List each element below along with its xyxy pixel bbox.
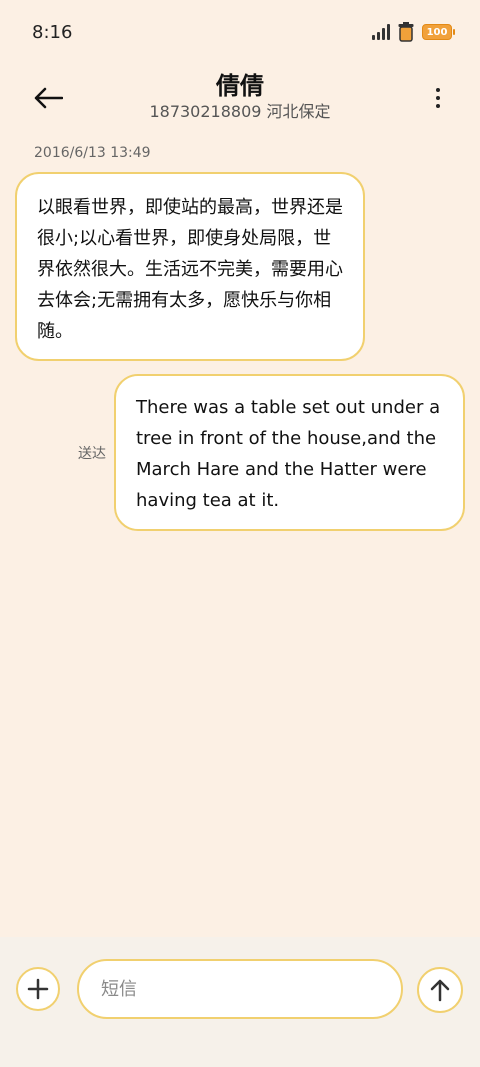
composer-bar [0, 937, 480, 1067]
more-dot-icon [436, 104, 440, 108]
status-time: 8:16 [32, 22, 73, 43]
status-icons: 100 [372, 22, 455, 42]
message-input[interactable] [77, 959, 403, 1019]
outgoing-message-text: There was a table set out under a tree i… [136, 397, 441, 511]
trash-icon [398, 22, 414, 42]
delivery-status: 送达 [78, 446, 106, 462]
conversation-header: 倩倩 18730218809 河北保定 [0, 66, 480, 126]
incoming-message-bubble[interactable]: 以眼看世界，即使站的最高，世界还是很小;以心看世界，即使身处局限，世界依然很大。… [15, 172, 365, 361]
arrow-up-icon [430, 979, 450, 1002]
battery-icon: 100 [422, 24, 455, 40]
send-button[interactable] [417, 967, 463, 1013]
incoming-message-text: 以眼看世界，即使站的最高，世界还是很小;以心看世界，即使身处局限，世界依然很大。… [37, 197, 343, 342]
message-timestamp: 2016/6/13 13:49 [34, 145, 151, 161]
more-dot-icon [436, 88, 440, 92]
plus-icon [27, 978, 49, 1000]
more-dot-icon [436, 96, 440, 100]
signal-icon [372, 24, 390, 40]
contact-number-location: 18730218809 河北保定 [149, 102, 331, 121]
contact-name: 倩倩 [216, 72, 264, 100]
more-options-button[interactable] [426, 78, 450, 118]
status-bar: 8:16 100 [0, 0, 480, 66]
outgoing-message-bubble[interactable]: There was a table set out under a tree i… [114, 374, 465, 531]
add-attachment-button[interactable] [16, 967, 60, 1011]
